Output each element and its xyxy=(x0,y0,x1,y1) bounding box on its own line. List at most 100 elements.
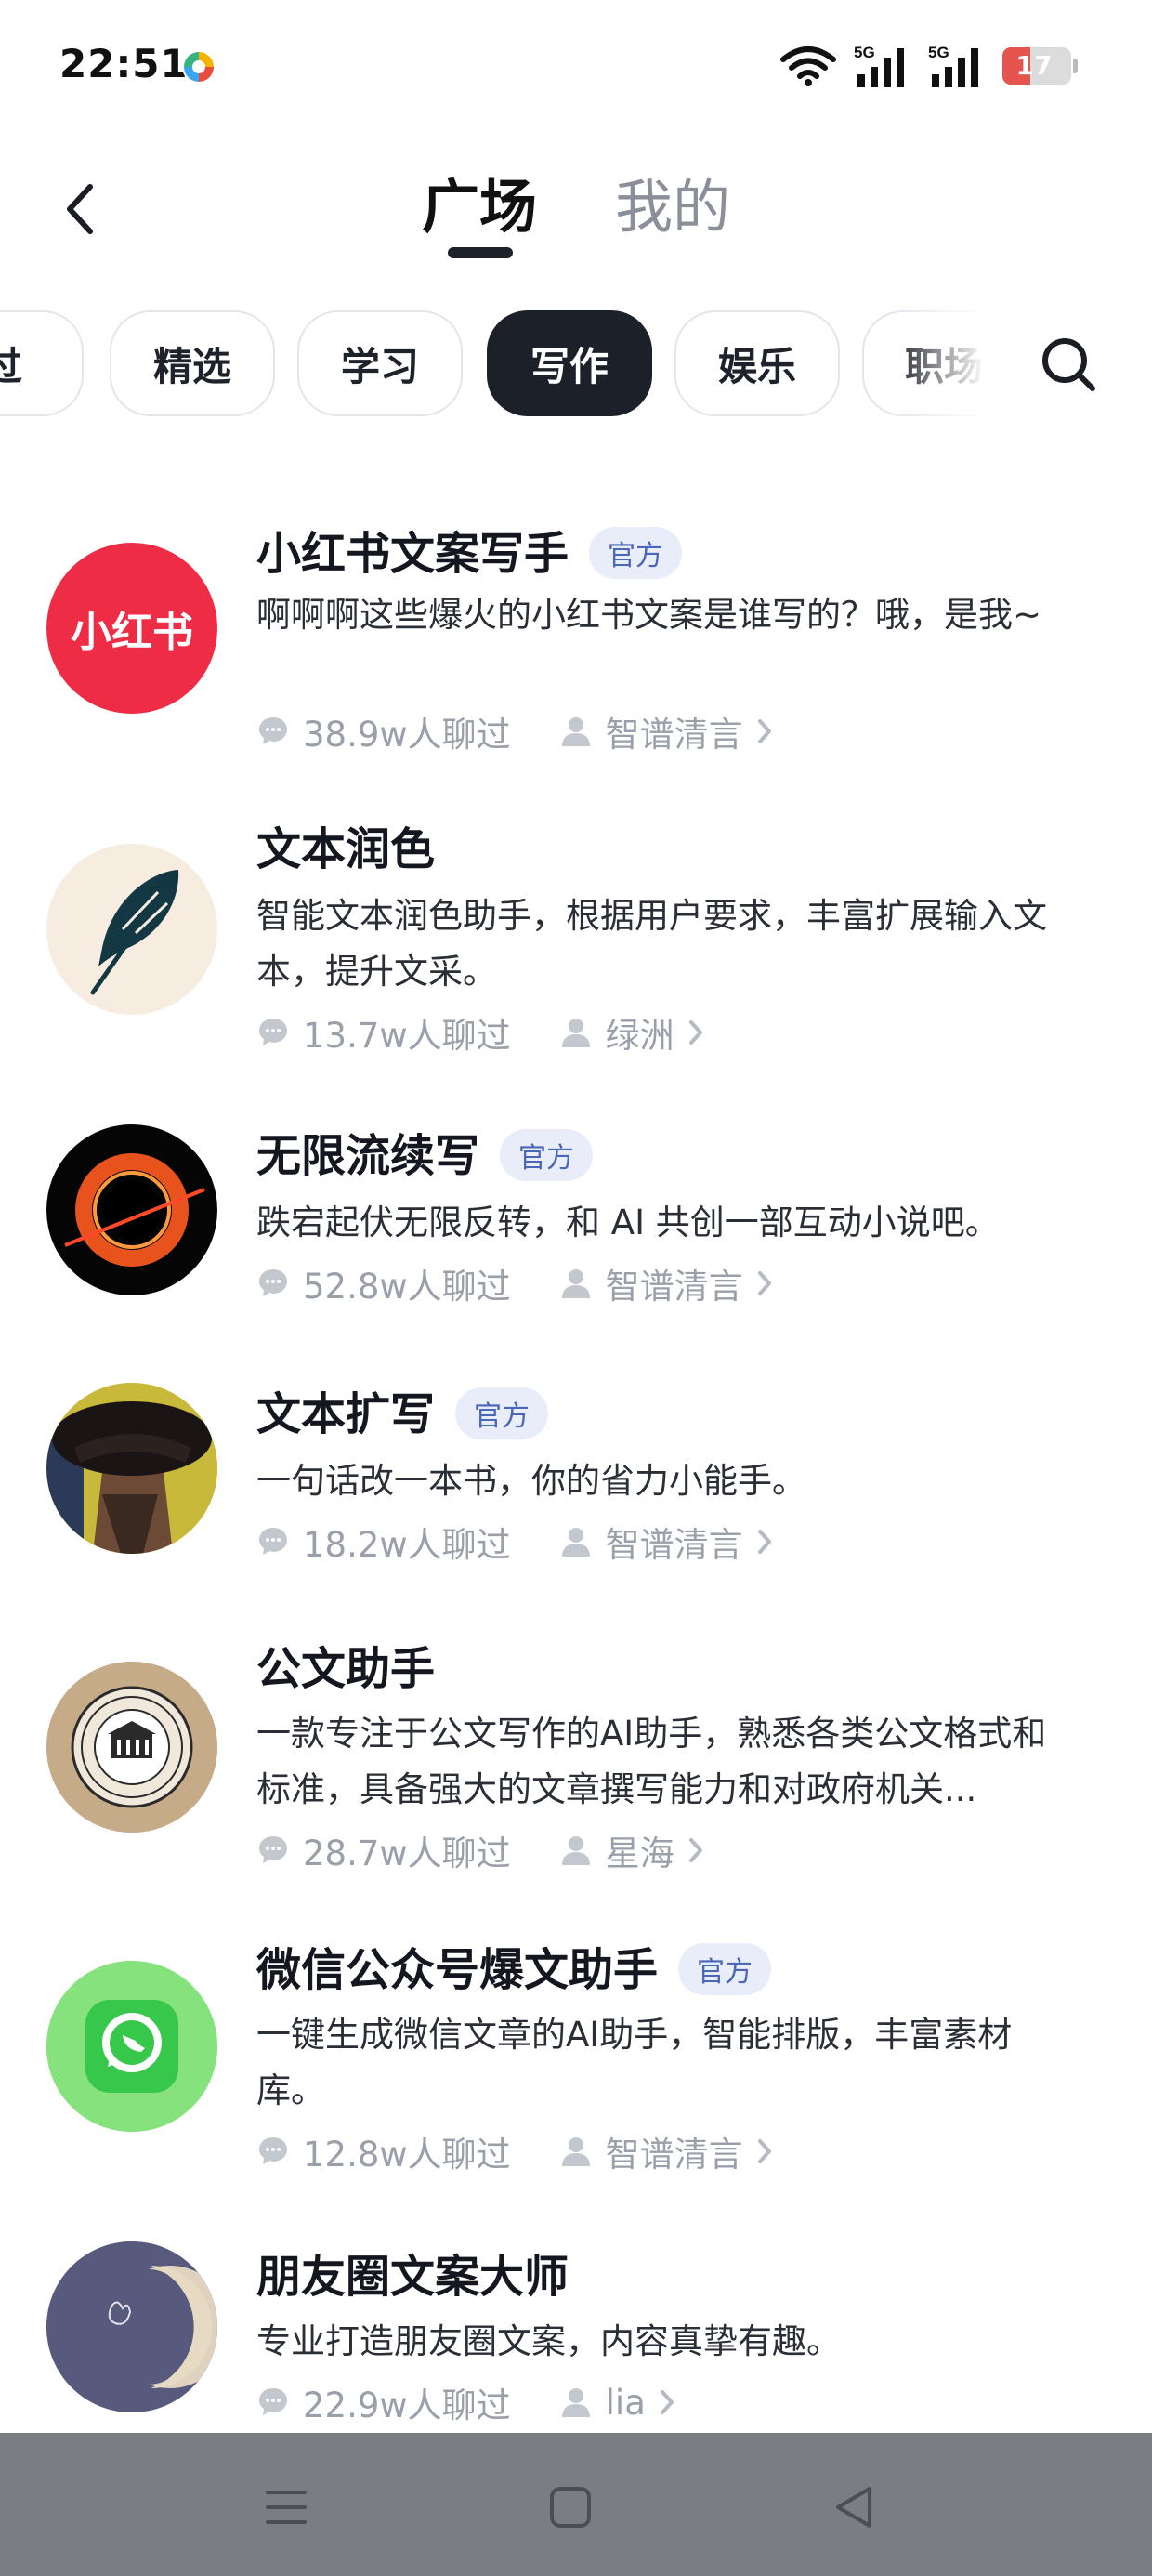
home-square-icon[interactable] xyxy=(543,2479,598,2535)
chevron-right-icon xyxy=(660,2390,674,2414)
battery-icon: 17 xyxy=(1002,47,1071,85)
battery-cap xyxy=(1073,59,1078,73)
author-link[interactable]: 星海 xyxy=(559,1825,704,1875)
signal-5g-icon-2: 5G xyxy=(928,44,978,87)
item-meta: 28.7w人聊过 星海 xyxy=(256,1825,704,1875)
chat-bubble-icon xyxy=(259,2137,287,2164)
category-chip-partial[interactable]: 过 xyxy=(0,310,84,416)
user-icon xyxy=(561,1019,590,1047)
svg-text:5G: 5G xyxy=(854,44,875,61)
category-chip-writing[interactable]: 写作 xyxy=(487,310,652,416)
search-icon[interactable] xyxy=(1037,333,1102,398)
author-link[interactable]: lia xyxy=(559,2383,675,2423)
list-item[interactable]: 小红书 小红书文案写手 官方 啊啊啊这些爆火的小红书文案是谁写的？哦，是我~ 38… xyxy=(0,502,1152,781)
list-item[interactable]: 朋友圈文案大师 专业打造朋友圈文案，内容真挚有趣。 22.9w人聊过 lia xyxy=(0,2230,1152,2433)
item-title-row: 无限流续写 官方 xyxy=(256,1119,594,1185)
feather-icon xyxy=(90,870,179,995)
chevron-right-icon xyxy=(688,1838,702,1862)
user-icon xyxy=(561,2388,590,2417)
signal-5g-icon: 5G xyxy=(854,44,904,87)
author-link[interactable]: 绿洲 xyxy=(559,1007,704,1058)
status-time: 22:51 xyxy=(59,41,189,86)
chat-bubble-icon xyxy=(259,717,287,744)
chevron-right-icon xyxy=(757,1271,771,1295)
item-description: 啊啊啊这些爆火的小红书文案是谁写的？哦，是我~ xyxy=(256,595,1042,635)
item-title-row: 朋友圈文案大师 xyxy=(256,2240,569,2305)
item-description: 一句话改一本书，你的省力小能手。 xyxy=(256,1461,806,1501)
item-title: 文本扩写 xyxy=(256,1388,436,1440)
chat-count: 28.7w人聊过 xyxy=(303,1833,511,1873)
chat-bubble-icon xyxy=(259,1269,287,1296)
item-title-row: 小红书文案写手 官方 xyxy=(256,517,683,583)
item-meta: 12.8w人聊过 智谱清言 xyxy=(256,2126,773,2176)
chevron-right-icon xyxy=(688,1020,702,1045)
chat-count: 52.8w人聊过 xyxy=(303,1267,511,1307)
list-item[interactable]: 文本扩写 官方 一句话改一本书，你的省力小能手。 18.2w人聊过 智谱清言 xyxy=(0,1364,1152,1606)
category-chip-study[interactable]: 学习 xyxy=(297,310,463,416)
item-description: 专业打造朋友圈文案，内容真挚有趣。 xyxy=(256,2321,841,2361)
item-title: 文本润色 xyxy=(256,823,436,875)
battery-level: 17 xyxy=(1015,50,1053,81)
black-hole-avatar xyxy=(46,1124,217,1295)
author-name: 智谱清言 xyxy=(605,715,743,755)
item-description: 跌宕起伏无限反转，和 AI 共创一部互动小说吧。 xyxy=(256,1203,1000,1242)
svg-text:5G: 5G xyxy=(928,44,949,61)
author-name: 绿洲 xyxy=(605,1016,674,1056)
chat-count: 18.2w人聊过 xyxy=(303,1525,511,1565)
item-meta: 18.2w人聊过 智谱清言 xyxy=(256,1517,773,1567)
author-link[interactable]: 智谱清言 xyxy=(559,2126,773,2176)
author-name: 智谱清言 xyxy=(605,2135,743,2175)
author-name: 智谱清言 xyxy=(605,1525,743,1565)
category-chip-entertainment[interactable]: 娱乐 xyxy=(674,310,840,416)
app-notification-icon xyxy=(182,50,216,84)
list-item[interactable]: 无限流续写 官方 跌宕起伏无限反转，和 AI 共创一部互动小说吧。 52.8w人聊… xyxy=(0,1106,1152,1347)
author-name: 智谱清言 xyxy=(605,1267,743,1307)
chat-bubble-icon xyxy=(259,2388,287,2415)
item-meta: 13.7w人聊过 绿洲 xyxy=(256,1007,704,1058)
status-bar: 22:51 5G 5G 17 xyxy=(0,0,1152,139)
user-icon xyxy=(561,2137,590,2166)
item-title: 微信公众号爆文助手 xyxy=(256,1944,659,1996)
tab-plaza[interactable]: 广场 xyxy=(422,160,537,243)
author-link[interactable]: 智谱清言 xyxy=(559,1258,773,1308)
tab-underline xyxy=(448,247,513,258)
list-item[interactable]: 公文助手 一款专注于公文写作的AI助手，熟悉各类公文格式和标准，具备强大的文章撰… xyxy=(0,1623,1152,1920)
item-title: 公文助手 xyxy=(256,1643,436,1695)
black-hole-icon xyxy=(64,1153,205,1267)
item-title: 小红书文案写手 xyxy=(256,528,569,580)
chevron-left-icon xyxy=(67,184,93,234)
feather-avatar xyxy=(46,844,217,1015)
tab-mine[interactable]: 我的 xyxy=(615,160,730,243)
category-chip-featured[interactable]: 精选 xyxy=(110,310,275,416)
chat-count: 12.8w人聊过 xyxy=(303,2135,511,2175)
author-link[interactable]: 智谱清言 xyxy=(559,706,773,756)
seal-emblem-icon xyxy=(46,1662,217,1833)
chat-count: 13.7w人聊过 xyxy=(303,1016,511,1056)
chevron-right-icon xyxy=(757,2139,771,2163)
item-meta: 52.8w人聊过 智谱清言 xyxy=(256,1258,773,1308)
item-title: 朋友圈文案大师 xyxy=(256,2251,569,2303)
list-item[interactable]: 文本润色 智能文本润色助手，根据用户要求，丰富扩展输入文本，提升文采。 13.7… xyxy=(0,803,1152,1082)
author-link[interactable]: 智谱清言 xyxy=(559,1517,773,1567)
chat-count: 22.9w人聊过 xyxy=(303,2385,511,2425)
item-title-row: 文本润色 xyxy=(256,812,435,877)
back-button[interactable] xyxy=(46,177,111,242)
system-nav-bar xyxy=(0,2433,1152,2576)
user-icon xyxy=(561,717,590,746)
menu-icon[interactable] xyxy=(258,2479,314,2535)
chat-bubble-icon xyxy=(259,1528,287,1555)
seal-emblem-avatar xyxy=(46,1662,217,1833)
wechat-bubble-icon xyxy=(46,1961,217,2132)
chevron-right-icon xyxy=(757,719,771,743)
xiaohongshu-logo-text: 小红书 xyxy=(71,609,193,656)
user-icon xyxy=(561,1528,590,1557)
user-icon xyxy=(561,1836,590,1865)
status-indicators: 5G 5G 17 xyxy=(779,43,1078,89)
author-name: 星海 xyxy=(605,1833,674,1873)
back-triangle-icon[interactable] xyxy=(827,2479,883,2535)
wechat-avatar xyxy=(46,1961,217,2132)
moon-icon xyxy=(46,2241,217,2412)
item-title-row: 微信公众号爆文助手 官方 xyxy=(256,1933,772,1999)
list-item[interactable]: 微信公众号爆文助手 官方 一键生成微信文章的AI助手，智能排版，丰富素材库。 12… xyxy=(0,1925,1152,2223)
official-badge: 官方 xyxy=(500,1129,594,1181)
